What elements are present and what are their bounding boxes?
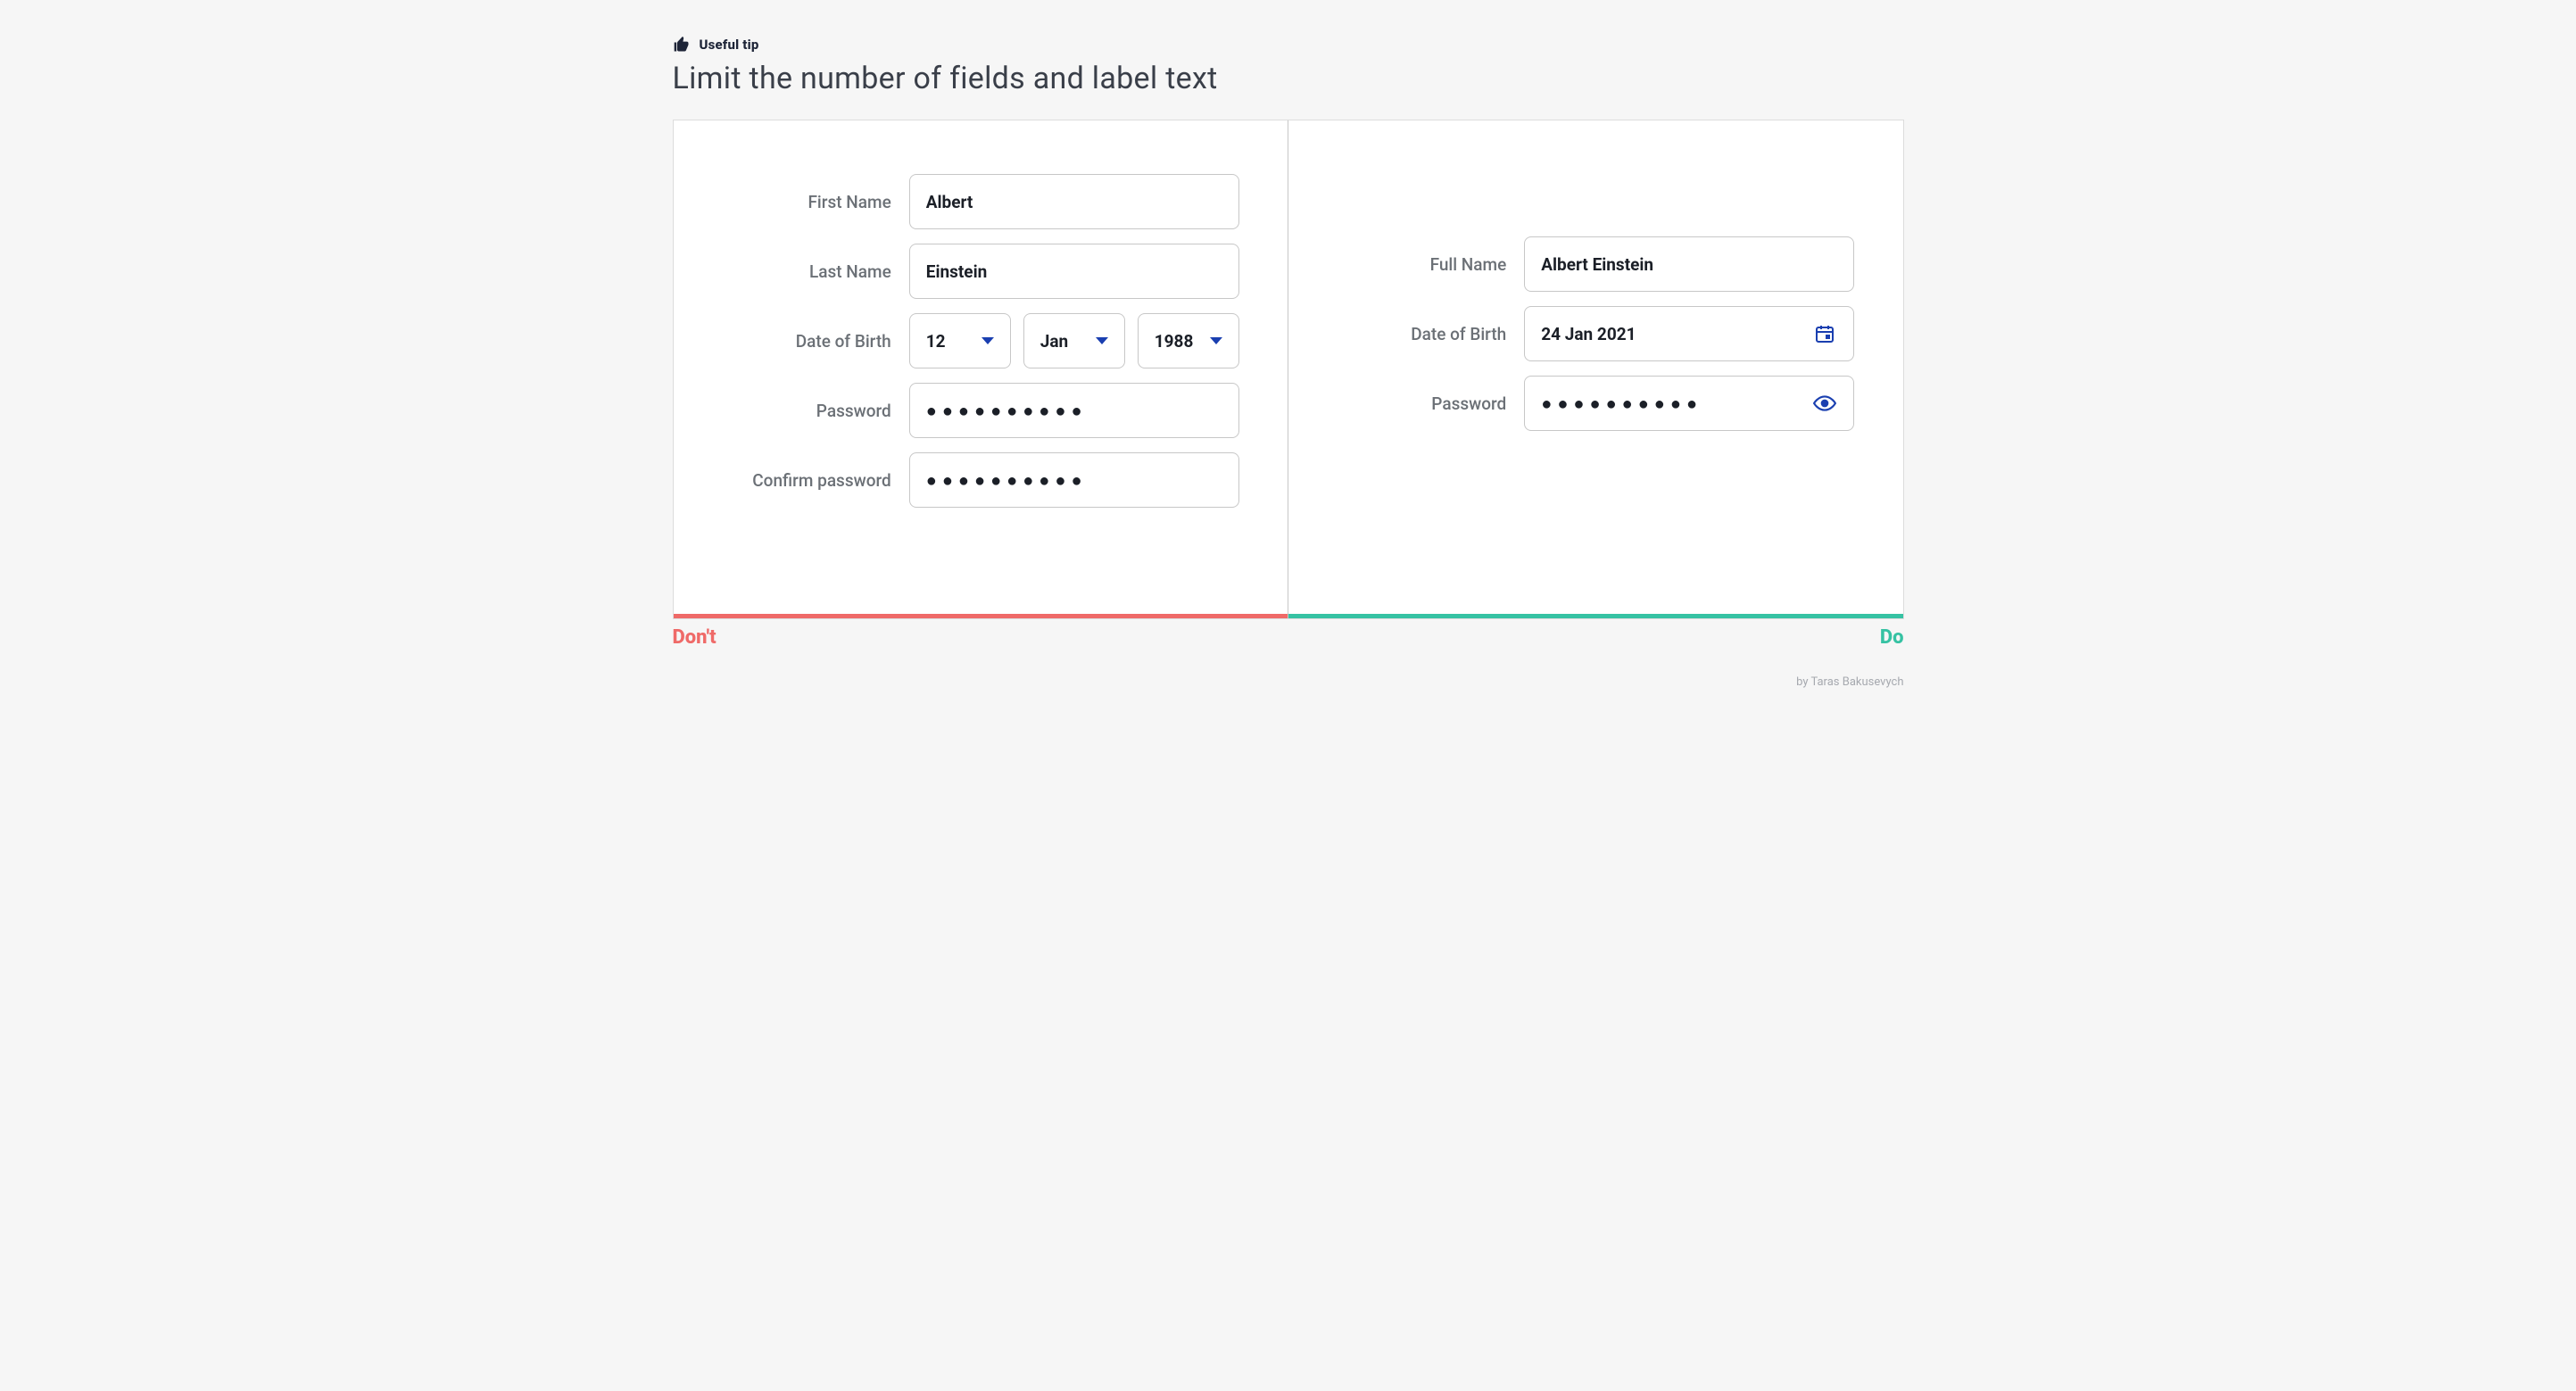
- dob-label-do: Date of Birth: [1337, 324, 1506, 344]
- do-stripe: [1288, 614, 1903, 618]
- first-name-value: Albert: [926, 192, 973, 212]
- calendar-icon[interactable]: [1812, 321, 1837, 346]
- full-name-value: Albert Einstein: [1541, 254, 1653, 275]
- dob-day-value: 12: [926, 331, 946, 352]
- dont-footer-label: Don't: [673, 626, 716, 649]
- chevron-down-icon: [1210, 337, 1222, 344]
- dob-year-value: 1988: [1155, 331, 1194, 352]
- first-name-input[interactable]: Albert: [909, 174, 1239, 229]
- dob-label-dont: Date of Birth: [722, 331, 891, 352]
- dob-year-select[interactable]: 1988: [1138, 313, 1239, 368]
- confirm-password-dots: ●●●●●●●●●●: [926, 471, 1088, 489]
- first-name-label: First Name: [722, 192, 891, 212]
- last-name-input[interactable]: Einstein: [909, 244, 1239, 299]
- do-panel: Full Name Albert Einstein Date of Birth …: [1288, 120, 1903, 618]
- useful-tip-row: Useful tip: [673, 36, 1904, 54]
- chevron-down-icon: [1096, 337, 1108, 344]
- dob-month-select[interactable]: Jan: [1023, 313, 1125, 368]
- password-label-do: Password: [1337, 393, 1506, 414]
- full-name-input[interactable]: Albert Einstein: [1524, 236, 1854, 292]
- dob-day-select[interactable]: 12: [909, 313, 1011, 368]
- last-name-label: Last Name: [722, 261, 891, 282]
- dont-panel: First Name Albert Last Name Einstein: [674, 120, 1288, 618]
- password-input-do[interactable]: ●●●●●●●●●●: [1524, 376, 1854, 431]
- password-dots-do: ●●●●●●●●●●: [1541, 394, 1702, 412]
- useful-tip-label: Useful tip: [700, 37, 759, 53]
- chevron-down-icon: [982, 337, 994, 344]
- thumbs-up-icon: [673, 36, 691, 54]
- do-footer-label: Do: [1880, 626, 1904, 649]
- comparison-card: First Name Albert Last Name Einstein: [673, 120, 1904, 619]
- dob-value-do: 24 Jan 2021: [1541, 324, 1636, 344]
- page-title: Limit the number of fields and label tex…: [673, 61, 1904, 96]
- dob-input-do[interactable]: 24 Jan 2021: [1524, 306, 1854, 361]
- confirm-password-label: Confirm password: [722, 470, 891, 491]
- dob-month-value: Jan: [1040, 331, 1068, 352]
- password-dots-dont: ●●●●●●●●●●: [926, 402, 1088, 419]
- last-name-value: Einstein: [926, 261, 988, 282]
- password-label-dont: Password: [722, 401, 891, 421]
- eye-icon[interactable]: [1812, 391, 1837, 416]
- byline: by Taras Bakusevych: [673, 675, 1904, 689]
- confirm-password-input[interactable]: ●●●●●●●●●●: [909, 452, 1239, 508]
- full-name-label: Full Name: [1337, 254, 1506, 275]
- dont-stripe: [674, 614, 1288, 618]
- password-input-dont[interactable]: ●●●●●●●●●●: [909, 383, 1239, 438]
